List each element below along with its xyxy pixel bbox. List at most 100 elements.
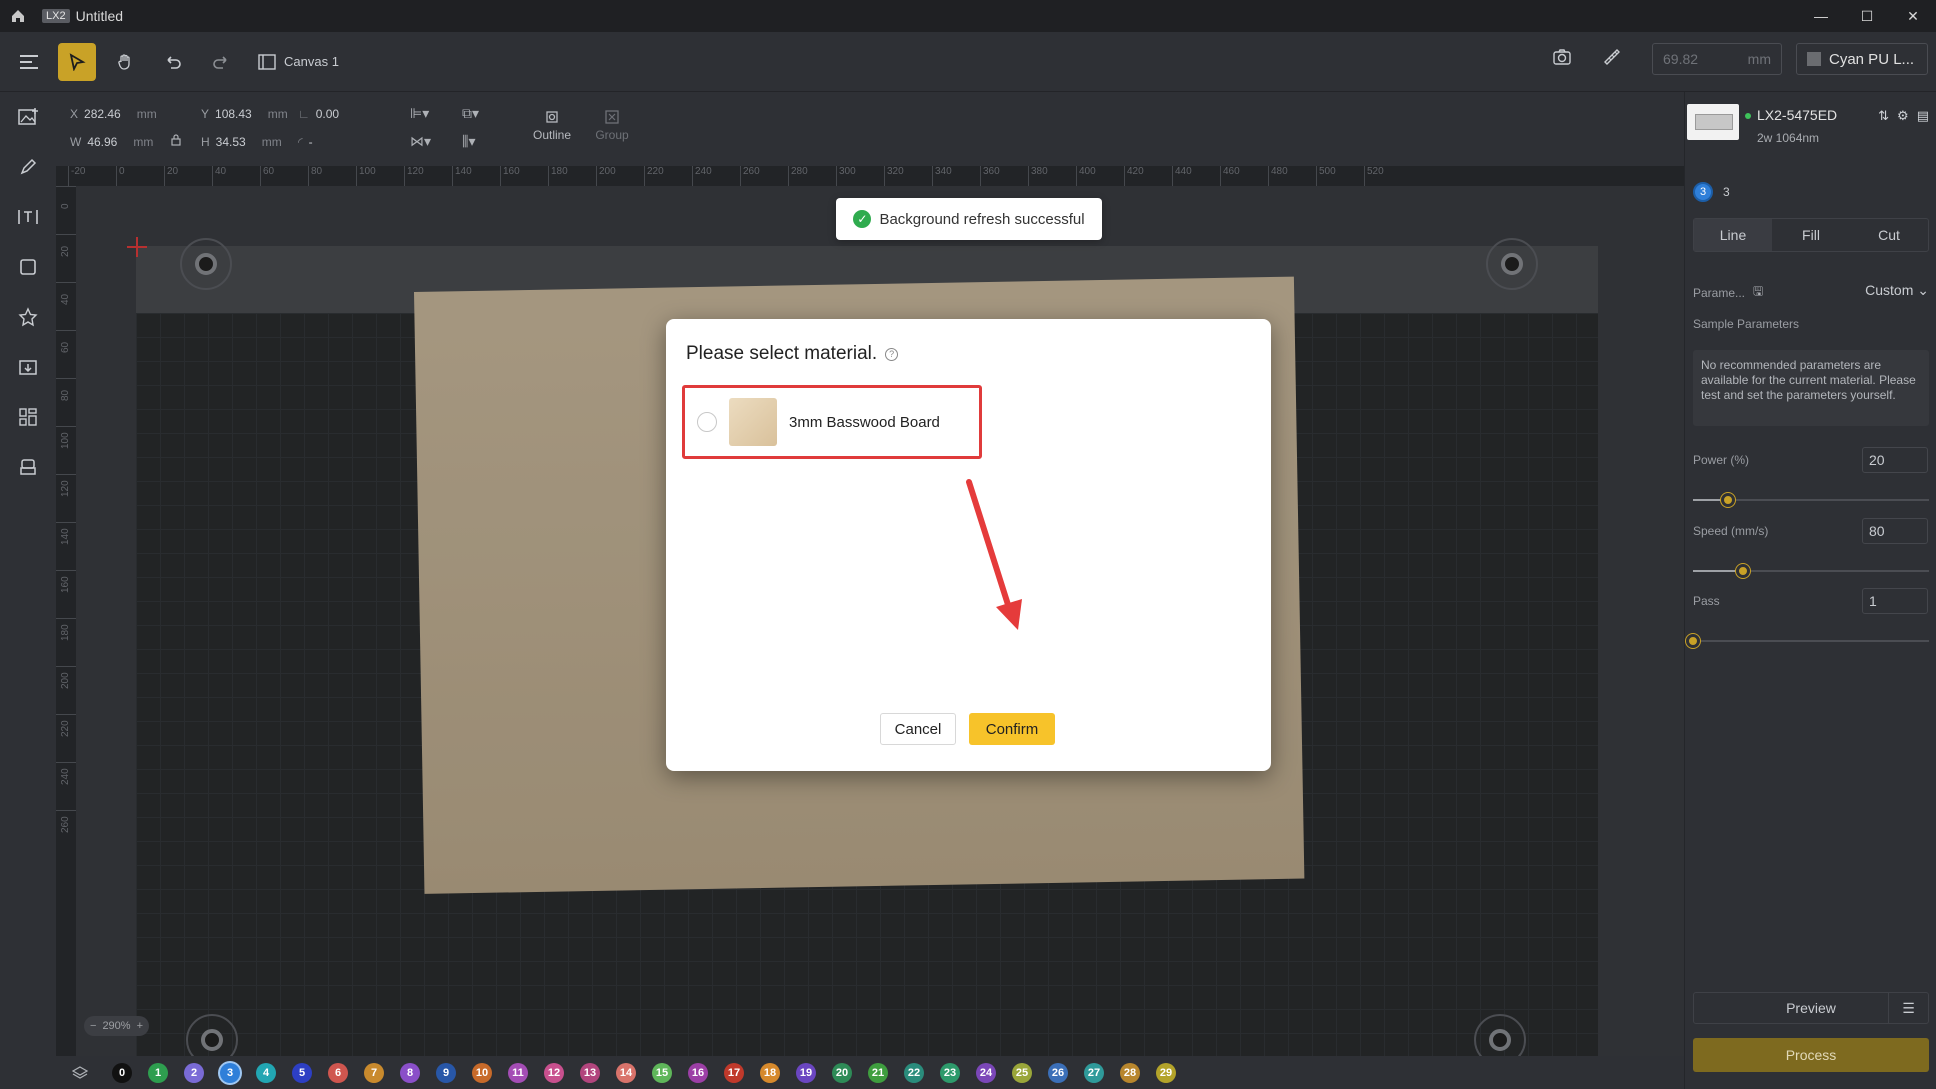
stamp-tool-icon[interactable] [0,442,56,492]
left-toolbar [0,92,56,1089]
layer-color-14[interactable]: 14 [616,1062,636,1083]
tab-fill[interactable]: Fill [1772,219,1850,251]
material-radio[interactable] [697,412,717,432]
lock-ratio-icon[interactable] [170,134,182,149]
import-icon[interactable] [0,342,56,392]
image-add-icon[interactable] [0,92,56,142]
corner-value[interactable]: - [309,135,313,149]
y-value[interactable]: 108.43 [215,107,252,121]
elements-tool-icon[interactable] [0,292,56,342]
angle-value[interactable]: 0.00 [316,107,339,121]
layer-color-11[interactable]: 11 [508,1062,528,1083]
arrange-icon[interactable]: ⧉▾ [462,105,479,122]
align-icon[interactable]: ⊫▾ [410,105,429,122]
distribute-icon[interactable]: ⫼▾ [462,133,475,150]
layer-color-18[interactable]: 18 [760,1062,780,1083]
layer-color-17[interactable]: 17 [724,1062,744,1083]
tab-line[interactable]: Line [1694,219,1772,251]
speed-slider[interactable] [1693,564,1929,578]
power-slider-handle[interactable] [1721,493,1736,507]
minimize-icon[interactable]: — [1798,0,1844,32]
layer-color-8[interactable]: 8 [400,1062,420,1083]
select-tool-icon[interactable] [58,42,96,81]
cancel-button[interactable]: Cancel [880,713,956,745]
layer-color-25[interactable]: 25 [1012,1062,1032,1083]
dimension-input[interactable]: 69.82 mm [1652,43,1782,75]
document-icon[interactable]: ▤ [1917,108,1929,124]
maximize-icon[interactable]: ☐ [1844,0,1890,32]
home-icon[interactable] [0,0,36,32]
preview-button[interactable]: Preview ☰ [1693,992,1929,1024]
layer-color-12[interactable]: 12 [544,1062,564,1083]
layer-color-0[interactable]: 0 [112,1062,132,1083]
layout-grid-icon[interactable] [0,392,56,442]
undo-icon[interactable] [154,43,192,81]
measure-tool-icon[interactable] [1602,47,1622,72]
confirm-button[interactable]: Confirm [969,713,1055,745]
w-value[interactable]: 46.96 [87,135,117,149]
menu-icon[interactable] [10,43,48,81]
w-label: W [70,135,82,149]
layer-color-9[interactable]: 9 [436,1062,456,1083]
group-button[interactable]: Group [586,106,638,142]
layer-color-26[interactable]: 26 [1048,1062,1068,1083]
layer-color-7[interactable]: 7 [364,1062,384,1083]
toast-notification: ✓ Background refresh successful [836,198,1102,240]
layer-color-16[interactable]: 16 [688,1062,708,1083]
camera-icon[interactable] [1552,48,1572,71]
pass-slider-handle[interactable] [1686,634,1700,648]
shape-tool-icon[interactable] [0,242,56,292]
parameter-mode-dropdown[interactable]: Custom ⌄ [1865,282,1929,299]
layer-color-2[interactable]: 2 [184,1062,204,1083]
preview-menu-icon[interactable]: ☰ [1888,993,1928,1023]
device-header[interactable]: LX2-5475ED 2w 1064nm ⇅ ⚙ ▤ [1685,104,1936,150]
hand-tool-icon[interactable] [106,43,144,81]
process-button[interactable]: Process [1693,1038,1929,1072]
close-icon[interactable]: ✕ [1890,0,1936,32]
layer-color-15[interactable]: 15 [652,1062,672,1083]
layer-color-28[interactable]: 28 [1120,1062,1140,1083]
device-settings-icon[interactable]: ⚙ [1897,108,1909,124]
layer-color-21[interactable]: 21 [868,1062,888,1083]
app-badge: LX2 [42,9,70,23]
layer-color-3[interactable]: 3 [220,1062,240,1083]
outline-label: Outline [532,128,572,142]
layer-color-10[interactable]: 10 [472,1062,492,1083]
layer-color-6[interactable]: 6 [328,1062,348,1083]
swap-icon[interactable]: ⇅ [1878,108,1889,124]
layer-color-22[interactable]: 22 [904,1062,924,1083]
text-tool-icon[interactable] [0,192,56,242]
outline-button[interactable]: Outline [526,106,578,142]
material-thumbnail [729,398,777,446]
x-value[interactable]: 282.46 [84,107,121,121]
save-parameter-icon[interactable]: 🖫 [1753,282,1763,303]
layer-color-19[interactable]: 19 [796,1062,816,1083]
layer-color-27[interactable]: 27 [1084,1062,1104,1083]
layer-color-24[interactable]: 24 [976,1062,996,1083]
layers-icon[interactable] [60,1065,100,1081]
main-toolbar: Canvas 1 69.82 mm Cyan PU L... [0,32,1936,92]
pass-input[interactable]: 1 [1862,588,1928,614]
redo-icon[interactable] [202,43,240,81]
layer-color-20[interactable]: 20 [832,1062,852,1083]
power-slider[interactable] [1693,493,1929,507]
pen-tool-icon[interactable] [0,142,56,192]
layer-color-23[interactable]: 23 [940,1062,960,1083]
layer-color-5[interactable]: 5 [292,1062,312,1083]
layer-label: 3 [1723,185,1730,199]
help-icon[interactable]: ? [885,347,899,361]
speed-input[interactable]: 80 [1862,518,1928,544]
pass-slider[interactable] [1686,634,1929,648]
power-input[interactable]: 20 [1862,447,1928,473]
tab-cut[interactable]: Cut [1850,219,1928,251]
layer-color-4[interactable]: 4 [256,1062,276,1083]
flip-icon[interactable]: ⋈▾ [410,133,431,150]
material-selector[interactable]: Cyan PU L... [1796,43,1928,75]
speed-slider-handle[interactable] [1735,564,1750,578]
h-value[interactable]: 34.53 [216,135,246,149]
layer-color-29[interactable]: 29 [1156,1062,1176,1083]
material-option[interactable]: 3mm Basswood Board [682,385,982,459]
layer-color-1[interactable]: 1 [148,1062,168,1083]
layer-color-13[interactable]: 13 [580,1062,600,1083]
canvas-tab[interactable]: Canvas 1 [258,53,339,70]
